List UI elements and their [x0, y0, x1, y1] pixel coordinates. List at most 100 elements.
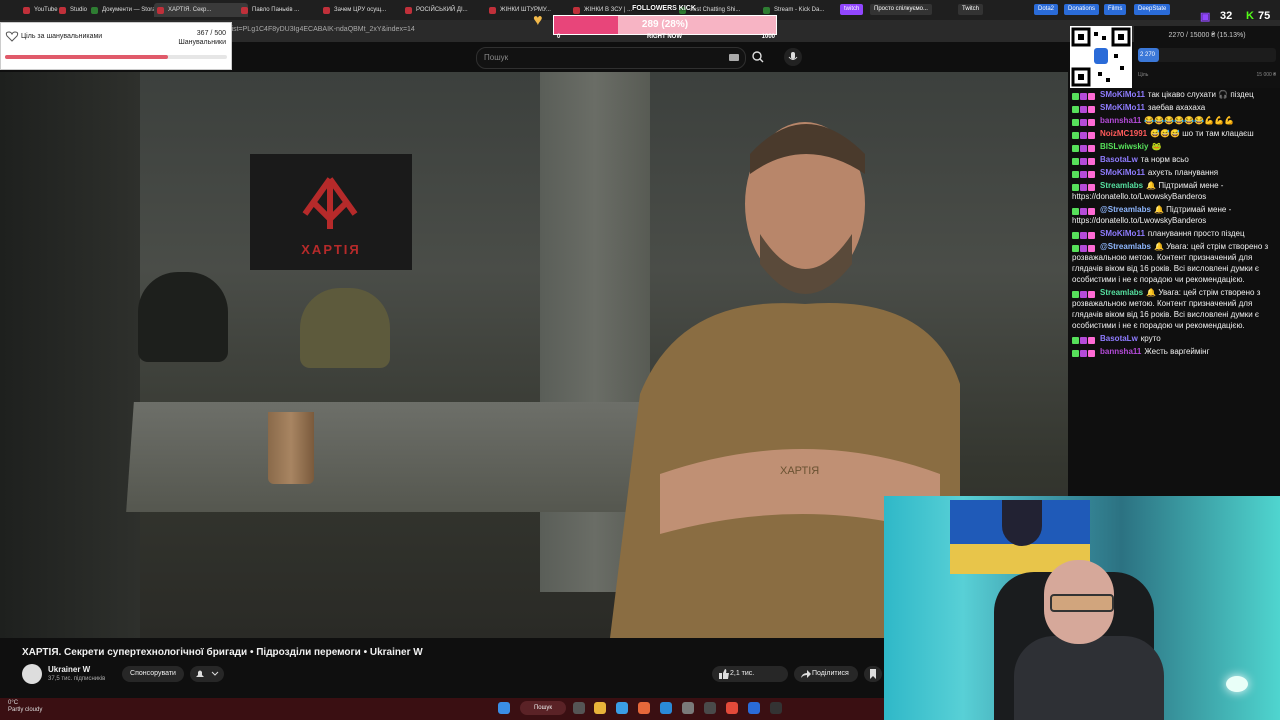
badge-icon — [1080, 232, 1087, 240]
channel-avatar[interactable] — [22, 664, 42, 684]
taskbar-search[interactable]: Пошук — [520, 701, 566, 715]
chat-username[interactable]: SMoKiMo11 — [1100, 229, 1145, 238]
chat-badges — [1072, 143, 1100, 153]
followers-title: FOLLOWERS KICK — [632, 5, 696, 12]
twitch-viewer-count: 32 — [1220, 10, 1233, 22]
chat-username[interactable]: NoizMC1991 — [1100, 129, 1147, 138]
bookmark-item[interactable]: Twitch — [958, 4, 984, 15]
donation-progress-bar: 2 270 — [1138, 48, 1276, 62]
url-text[interactable]: list=PLg1C4F8yDU3Ig4ECABAIK-ndaQBMt_2xY&… — [230, 26, 415, 33]
channel-name[interactable]: Ukrainer W — [48, 665, 90, 674]
app-icon[interactable] — [704, 702, 716, 714]
edge-icon[interactable] — [616, 702, 628, 714]
task-view-icon[interactable] — [573, 702, 585, 714]
chat-username[interactable]: @Streamlabs — [1100, 242, 1151, 251]
donation-progress-fill: 2 270 — [1138, 48, 1159, 62]
search-button[interactable] — [748, 49, 768, 65]
browser-tab[interactable]: РОСІЙСЬКИЙ ДІ... — [402, 3, 496, 17]
video-title: ХАРТІЯ. Секрети супертехнологічної брига… — [22, 647, 423, 658]
bookmark-item[interactable]: Dota2 — [1034, 4, 1059, 15]
badge-icon — [1072, 158, 1079, 166]
chrome-icon[interactable] — [726, 702, 738, 714]
chat-text: Жесть варгеймінг — [1144, 347, 1210, 356]
chat-username[interactable]: @Streamlabs — [1100, 205, 1151, 214]
badge-icon — [1072, 350, 1079, 358]
badge-icon — [1088, 208, 1095, 216]
chat-message: BasotaLw та норм всьо — [1068, 153, 1280, 166]
kick-icon: K — [1246, 10, 1254, 22]
obs-icon[interactable] — [770, 702, 782, 714]
thumbs-up-icon — [719, 669, 729, 679]
tab-label: YouTube — [34, 7, 58, 13]
chat-message: SMoKiMo11 так цікаво слухати 🎧 піздец — [1068, 88, 1280, 101]
chat-username[interactable]: Streamlabs — [1100, 288, 1143, 297]
voice-search-button[interactable] — [784, 48, 802, 66]
chat-username[interactable]: Streamlabs — [1100, 181, 1143, 190]
kharta-banner: ХАРТІЯ — [250, 154, 412, 270]
badge-icon — [1080, 119, 1087, 127]
file-explorer-icon[interactable] — [594, 702, 606, 714]
start-icon[interactable] — [498, 702, 510, 714]
tab-favicon-icon — [323, 7, 330, 14]
chat-message: bannsha11 😂😂😂😂😂😂💪💪💪 — [1068, 114, 1280, 127]
chat-message: SMoKiMo11 ахуєть планування — [1068, 166, 1280, 179]
chat-text: заебав ахахаха — [1147, 103, 1206, 112]
weather-widget[interactable]: 0°C Partly cloudy — [8, 700, 42, 714]
badge-icon — [1072, 232, 1079, 240]
bookmark-item[interactable]: DeepState — [1134, 4, 1171, 15]
bookmark-item[interactable]: twitch — [840, 4, 864, 15]
bookmark-item[interactable]: Films — [1104, 4, 1127, 15]
bookmark-item[interactable]: Donations — [1064, 4, 1100, 15]
channel-subscribers: 37,5 тис. підписників — [48, 676, 106, 682]
badge-icon — [1080, 291, 1087, 299]
chat-message: BISLwiwskiy 🐸 — [1068, 140, 1280, 153]
chat-message: BasotaLw круто — [1068, 332, 1280, 345]
save-button[interactable] — [864, 666, 882, 682]
search-placeholder: Пошук — [484, 53, 509, 62]
banner-text: ХАРТІЯ — [301, 242, 361, 257]
chat-badges — [1072, 91, 1100, 101]
subscription-bell-button[interactable] — [190, 666, 224, 682]
browser-tab[interactable]: Документи — Storage — [88, 3, 164, 17]
chat-username[interactable]: BasotaLw — [1100, 155, 1138, 164]
share-button[interactable]: Поділитися — [794, 666, 858, 682]
browser-tab[interactable]: ХАРТІЯ. Секр... — [154, 3, 248, 17]
chat-username[interactable]: SMoKiMo11 — [1100, 168, 1145, 177]
telegram-icon[interactable] — [660, 702, 672, 714]
tab-label: ЖІНКИ ШТУРМУ... — [500, 7, 551, 13]
chat-username[interactable]: bannsha11 — [1100, 116, 1141, 125]
tab-favicon-icon — [59, 7, 66, 14]
chat-badges — [1072, 169, 1100, 179]
chat-text: 😂😂😂😂😂😂💪💪💪 — [1144, 116, 1235, 125]
badge-icon — [1072, 93, 1079, 101]
chat-text: 🐸 — [1151, 142, 1162, 151]
chat-message: NoizMC1991 😅😅😅 шо ти там клацаєш — [1068, 127, 1280, 140]
tab-label: Павло Паньків ... — [252, 7, 300, 13]
chat-username[interactable]: SMoKiMo11 — [1100, 103, 1145, 112]
badge-icon — [1080, 132, 1087, 140]
chat-username[interactable]: SMoKiMo11 — [1100, 90, 1145, 99]
tab-label: Зачем ЦРУ осущ... — [334, 7, 387, 13]
search-input[interactable]: Пошук — [476, 47, 746, 69]
chat-username[interactable]: BISLwiwskiy — [1100, 142, 1148, 151]
goal-count: 367 / 500 Шанувальники — [178, 30, 226, 46]
chat-message: bannsha11 Жесть варгеймінг — [1068, 345, 1280, 358]
goal-title: Ціль за шанувальниками — [21, 33, 103, 40]
app-icon[interactable] — [682, 702, 694, 714]
firefox-icon[interactable] — [638, 702, 650, 714]
badge-icon — [1080, 145, 1087, 153]
chat-username[interactable]: bannsha11 — [1100, 347, 1141, 356]
chat-username[interactable]: BasotaLw — [1100, 334, 1138, 343]
like-button[interactable]: 2,1 тис. — [712, 666, 788, 682]
chat-text: планування просто піздец — [1147, 229, 1245, 238]
browser-tab[interactable]: Павло Паньків ... — [238, 3, 330, 17]
badge-icon — [1088, 291, 1095, 299]
donation-max: 15 000 ₴ — [1256, 72, 1276, 78]
badge-icon — [1088, 171, 1095, 179]
bookmark-item[interactable]: Просто спілкуємо... — [870, 4, 932, 15]
sponsor-button[interactable]: Спонсорувати — [122, 666, 184, 682]
steam-icon[interactable] — [748, 702, 760, 714]
keyboard-icon[interactable] — [729, 54, 739, 61]
badge-icon — [1088, 245, 1095, 253]
browser-tab[interactable]: Зачем ЦРУ осущ... — [320, 3, 412, 17]
